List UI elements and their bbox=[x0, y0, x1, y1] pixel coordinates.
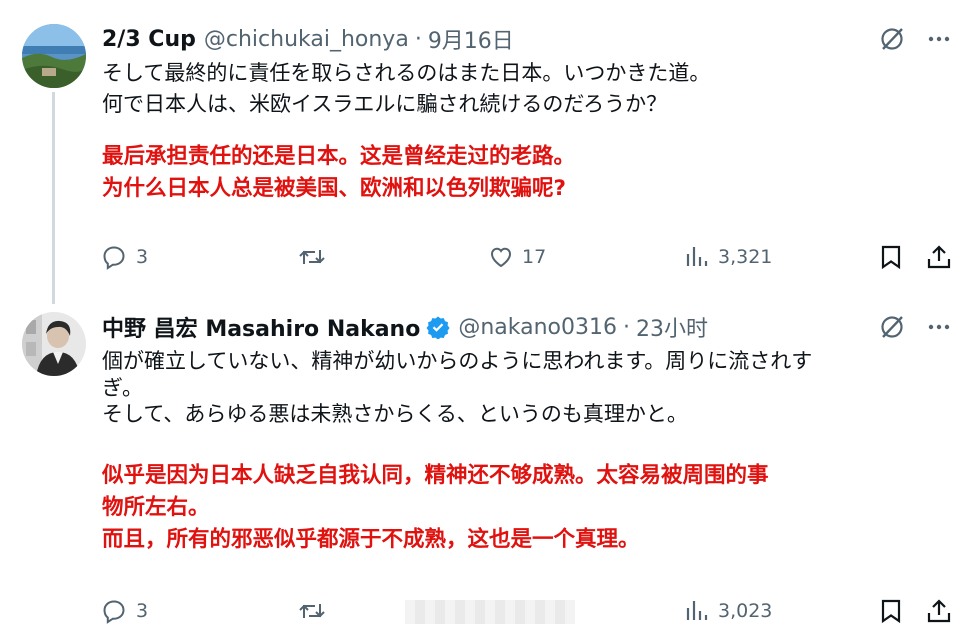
thread-line bbox=[52, 92, 55, 304]
grok-icon[interactable] bbox=[879, 314, 905, 340]
timestamp[interactable]: 23小时 bbox=[636, 311, 708, 343]
translation-text: 最后承担责任的还是日本。这是曾经走过的老路。 为什么日本人总是被美国、欧洲和以色… bbox=[102, 141, 952, 205]
retweet-button[interactable] bbox=[298, 596, 334, 626]
tweet-actions: 3 17 3,321 bbox=[102, 242, 951, 272]
like-button[interactable]: 17 bbox=[488, 242, 546, 272]
tweet-header: 2/3 Cup @chichukai_honya · 9月16日 bbox=[102, 23, 514, 55]
pixelated-region bbox=[405, 600, 575, 624]
header-actions bbox=[879, 314, 951, 340]
timestamp[interactable]: 9月16日 bbox=[428, 23, 514, 55]
views-icon bbox=[684, 598, 710, 624]
translation-text: 似乎是因为日本人缺乏自我认同，精神还不够成熟。太容易被周围的事 物所左右。 而且… bbox=[102, 460, 952, 556]
retweet-icon bbox=[298, 244, 326, 270]
tweet-text-line: 何で日本人は、米欧イスラエルに騙され続けるのだろうか？ bbox=[102, 92, 668, 116]
tweet-header: 中野 昌宏 Masahiro Nakano @nakano0316 · 23小时 bbox=[102, 311, 708, 343]
translation-line: 最后承担责任的还是日本。这是曾经走过的老路。 bbox=[102, 144, 576, 169]
views-count: 3,321 bbox=[718, 246, 773, 268]
share-button[interactable] bbox=[926, 242, 952, 272]
separator: · bbox=[414, 26, 422, 52]
views-button[interactable]: 3,023 bbox=[684, 596, 772, 626]
retweet-icon bbox=[298, 598, 326, 624]
views-button[interactable]: 3,321 bbox=[684, 242, 772, 272]
separator: · bbox=[623, 314, 630, 340]
tweet-text-line: そして、あらゆる悪は未熟さからくる、というのも真理かと。 bbox=[102, 402, 688, 426]
verified-badge-icon bbox=[426, 315, 450, 339]
bookmark-button[interactable] bbox=[878, 242, 904, 272]
tweet-text: そして最終的に責任を取らされるのはまた日本。いつかきた道。 何で日本人は、米欧イ… bbox=[102, 58, 952, 120]
grok-icon[interactable] bbox=[879, 26, 905, 52]
more-icon[interactable] bbox=[927, 27, 951, 51]
views-count: 3,023 bbox=[718, 600, 773, 622]
avatar[interactable] bbox=[22, 312, 86, 376]
tweet-text-line: ぎ。 bbox=[102, 376, 143, 400]
translation-line: 物所左右。 bbox=[102, 495, 210, 520]
display-name[interactable]: 中野 昌宏 Masahiro Nakano bbox=[102, 311, 420, 343]
bookmark-icon bbox=[878, 598, 904, 624]
reply-icon bbox=[102, 598, 128, 624]
tweet-text-line: そして最終的に責任を取らされるのはまた日本。いつかきた道。 bbox=[102, 61, 711, 85]
avatar[interactable] bbox=[22, 24, 86, 88]
translation-line: 而且，所有的邪恶似乎都源于不成熟，这也是一个真理。 bbox=[102, 527, 640, 552]
bookmark-icon bbox=[878, 244, 904, 270]
reply-icon bbox=[102, 244, 128, 270]
user-handle[interactable]: @nakano0316 bbox=[458, 315, 617, 340]
tweet-text-line: 個が確立していない、精神が幼いからのように思われます。周りに流されす bbox=[102, 349, 813, 373]
more-icon[interactable] bbox=[927, 315, 951, 339]
like-count: 17 bbox=[522, 246, 547, 268]
like-icon bbox=[488, 244, 514, 270]
translation-line: 为什么日本人总是被美国、欧洲和以色列欺骗呢? bbox=[102, 176, 566, 201]
tweet-1[interactable]: 2/3 Cup @chichukai_honya · 9月16日 そして最終的に… bbox=[0, 0, 973, 304]
retweet-button[interactable] bbox=[298, 242, 334, 272]
header-actions bbox=[879, 26, 951, 52]
share-icon bbox=[926, 244, 952, 270]
share-button[interactable] bbox=[926, 596, 952, 626]
display-name[interactable]: 2/3 Cup bbox=[102, 27, 196, 52]
tweet-text: 個が確立していない、精神が幼いからのように思われます。周りに流されす ぎ。 そし… bbox=[102, 346, 952, 430]
share-icon bbox=[926, 598, 952, 624]
reply-button[interactable]: 3 bbox=[102, 596, 148, 626]
translation-line: 似乎是因为日本人缺乏自我认同，精神还不够成熟。太容易被周围的事 bbox=[102, 463, 769, 488]
reply-count: 3 bbox=[136, 246, 149, 268]
user-handle[interactable]: @chichukai_honya bbox=[204, 27, 409, 52]
reply-button[interactable]: 3 bbox=[102, 242, 148, 272]
tweet-2[interactable]: 中野 昌宏 Masahiro Nakano @nakano0316 · 23小时… bbox=[0, 300, 973, 639]
bookmark-button[interactable] bbox=[878, 596, 904, 626]
reply-count: 3 bbox=[136, 600, 149, 622]
views-icon bbox=[684, 244, 710, 270]
